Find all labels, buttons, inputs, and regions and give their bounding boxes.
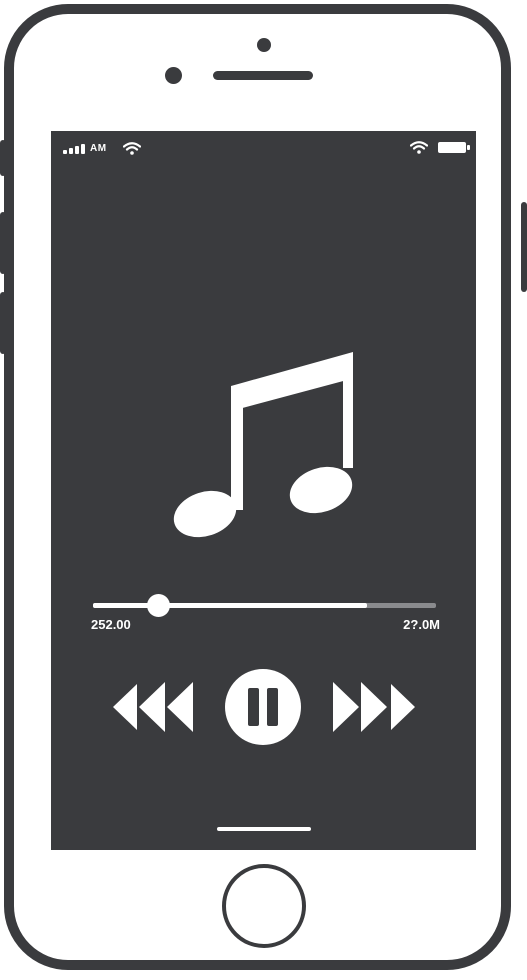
home-indicator[interactable]: [217, 827, 311, 831]
fast-forward-icon[interactable]: [333, 679, 415, 735]
earpiece-speaker: [213, 71, 313, 80]
playback-controls: [111, 669, 416, 745]
progress-bar[interactable]: [93, 594, 436, 617]
music-note-icon: [173, 352, 353, 538]
wifi-icon: [410, 141, 428, 154]
signal-strength-icon: [63, 143, 85, 154]
volume-up-button[interactable]: [0, 212, 6, 274]
pause-icon: [225, 669, 301, 745]
power-button[interactable]: [521, 202, 527, 292]
volume-down-button[interactable]: [0, 292, 6, 354]
progress-scrubber[interactable]: [147, 594, 170, 617]
progress-remaining-fill: [93, 603, 367, 608]
pause-button[interactable]: [223, 669, 303, 745]
status-right: [410, 141, 470, 154]
status-left: AM: [63, 142, 141, 155]
elapsed-time: 252.00: [91, 617, 131, 632]
front-camera: [257, 38, 271, 52]
silent-switch[interactable]: [0, 140, 6, 176]
total-time: 2?.0M: [403, 617, 440, 632]
rewind-icon[interactable]: [113, 679, 195, 735]
home-button[interactable]: [222, 864, 306, 948]
carrier-label: AM: [90, 143, 107, 154]
proximity-sensor: [165, 67, 182, 84]
wifi-icon: [122, 142, 141, 155]
screen: AM 252.00 2?.0M: [51, 131, 476, 850]
battery-icon: [438, 142, 470, 153]
